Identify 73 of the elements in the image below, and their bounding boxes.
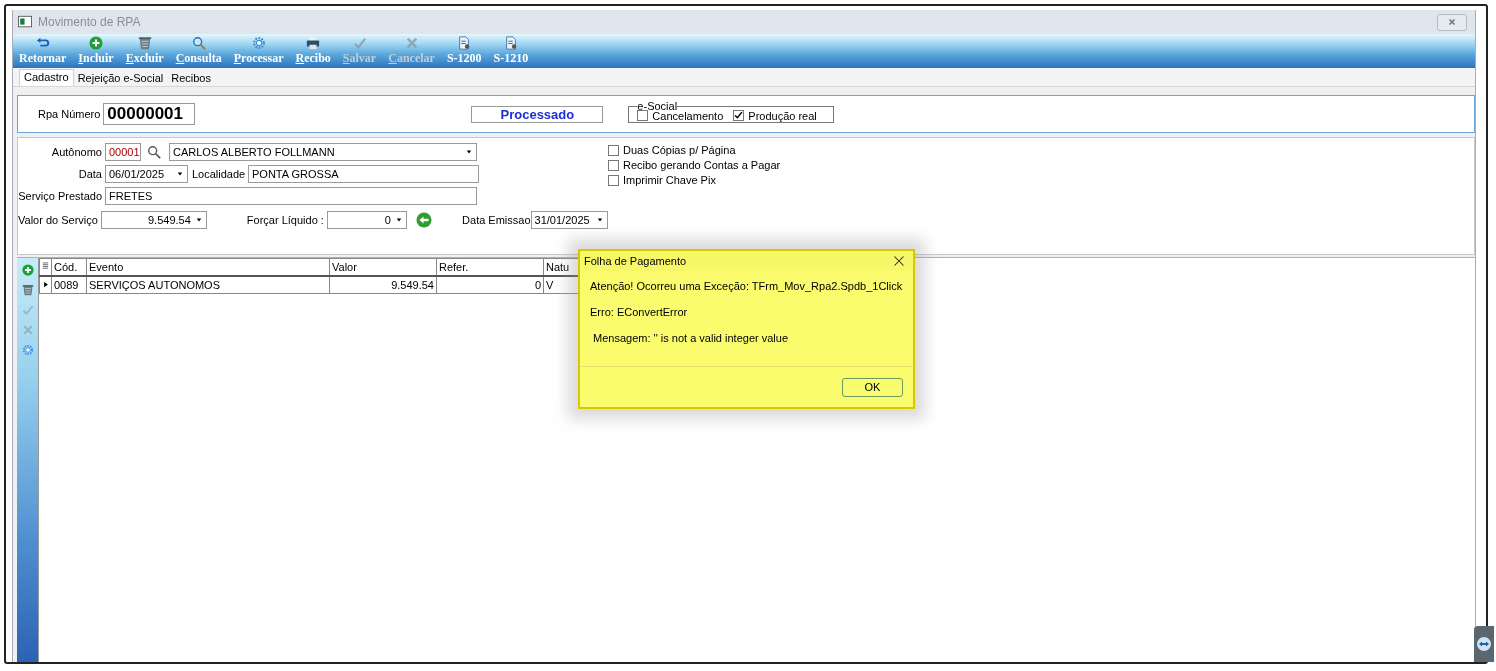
trash-icon — [137, 36, 152, 50]
field-label: Data Emissao — [462, 213, 531, 226]
column-header[interactable]: Evento — [86, 258, 330, 276]
ok-button[interactable]: OK — [842, 377, 903, 397]
window-title: Movimento de RPA — [38, 15, 142, 29]
close-icon — [1446, 17, 1458, 27]
column-header[interactable]: Cód. — [51, 258, 87, 276]
app-icon[interactable] — [1474, 626, 1494, 662]
checkbox[interactable] — [608, 144, 619, 156]
check-mark-icon — [734, 111, 744, 120]
field-label: Rpa Número — [38, 108, 101, 120]
field-label: Localidade — [192, 167, 244, 180]
side-button[interactable] — [19, 262, 36, 277]
current-row-icon — [42, 280, 49, 289]
checkbox-label: Produção real — [748, 109, 817, 122]
field-label: Autônomo — [50, 145, 102, 158]
field-label: Data — [77, 167, 102, 180]
printer-icon — [306, 36, 321, 50]
field-label: Serviço Prestado — [18, 189, 102, 202]
close-icon — [893, 255, 905, 267]
list-icon — [42, 261, 49, 271]
search-icon — [191, 36, 206, 50]
valor-dropdown[interactable]: 9.549.54 — [100, 210, 207, 229]
checkbox[interactable] — [637, 110, 649, 121]
document-gear-icon — [457, 36, 472, 50]
checkbox-label: Duas Cópias p/ Página — [623, 144, 736, 156]
code-field[interactable]: 00001 — [105, 142, 141, 161]
check-icon — [352, 36, 367, 50]
tab[interactable]: Cadastro — [19, 69, 74, 86]
column-menu-cell[interactable] — [39, 258, 52, 276]
message-text: Atenção! Ocorreu uma Exceção: TFrm_Mov_Rpa2.Spdb_1Click — [590, 280, 903, 292]
emissao-dropdown[interactable]: 31/01/2025 — [530, 210, 608, 229]
autonomo-dropdown[interactable]: CARLOS ALBERTO FOLLMANN — [169, 142, 477, 161]
close-button[interactable] — [893, 255, 905, 267]
table-cell: SERVIÇOS AUTONOMOS — [86, 276, 330, 294]
window-icon — [17, 15, 33, 29]
servico-field[interactable]: FRETES — [105, 186, 477, 205]
column-header[interactable]: Refer. — [436, 258, 544, 276]
forcar-dropdown[interactable]: 0 — [326, 210, 407, 229]
add-icon — [89, 36, 103, 50]
gear-icon — [251, 36, 266, 50]
cross-icon — [21, 323, 34, 336]
checkbox[interactable] — [608, 159, 619, 171]
column-header[interactable]: Valor — [329, 258, 437, 276]
add-icon — [21, 263, 34, 276]
back-button[interactable] — [414, 210, 433, 229]
trash-icon — [21, 283, 34, 296]
dropdown-arrow-icon — [465, 148, 473, 155]
gear-icon — [21, 343, 34, 356]
dropdown-arrow-icon — [596, 216, 604, 223]
message-text: Erro: EConvertError — [590, 306, 689, 318]
table-cell: 0089 — [51, 276, 87, 294]
date-dropdown[interactable]: 06/01/2025 — [105, 164, 188, 183]
status-box: Processado — [471, 105, 604, 123]
search-icon — [147, 144, 161, 159]
table-cell: 0 — [436, 276, 544, 294]
rpa-number-field[interactable]: 00000001 — [103, 103, 196, 125]
checkbox-label: Imprimir Chave Pix — [623, 174, 716, 186]
document-gear-icon — [503, 36, 518, 50]
check-icon — [21, 303, 34, 316]
localidade-field[interactable]: PONTA GROSSA — [248, 164, 479, 183]
checkbox[interactable] — [608, 174, 619, 186]
checkbox[interactable] — [733, 110, 745, 121]
dropdown-arrow-icon — [176, 170, 184, 177]
message-text: Mensagem: '' is not a valid integer value — [592, 332, 790, 344]
field-label: Forçar Líquido : — [246, 213, 325, 226]
checkbox-label: Recibo gerando Contas a Pagar — [623, 159, 781, 171]
field-label: Valor do Serviço — [18, 213, 98, 226]
checkbox-label: Cancelamento — [652, 109, 724, 122]
table-cell: 9.549.54 — [329, 276, 437, 294]
return-arrow-icon — [35, 36, 50, 50]
cross-icon — [404, 36, 419, 50]
group-legend: e-Social — [637, 101, 678, 111]
